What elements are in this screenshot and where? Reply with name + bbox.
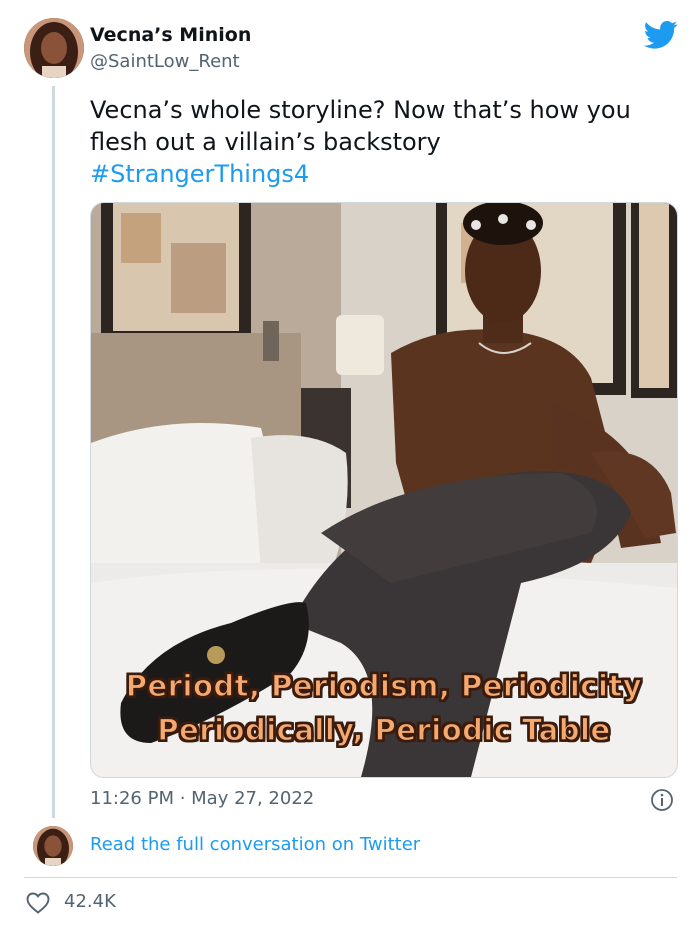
media-caption-line: Periodt, Periodism, Periodicity	[125, 668, 643, 703]
hashtag-link[interactable]: #StrangerThings4	[90, 158, 680, 190]
twitter-bird-icon[interactable]	[643, 20, 678, 50]
thread-line	[52, 86, 55, 818]
info-icon[interactable]	[650, 788, 674, 812]
like-count[interactable]: 42.4K	[64, 891, 116, 912]
avatar[interactable]	[24, 18, 84, 78]
author-name[interactable]: Vecna’s Minion	[90, 24, 251, 46]
read-conversation-link[interactable]: Read the full conversation on Twitter	[90, 834, 420, 855]
tweet-text-line: flesh out a villain’s backstory	[90, 128, 441, 156]
author-handle[interactable]: @SaintLow_Rent	[90, 51, 240, 72]
avatar[interactable]	[33, 826, 73, 866]
tweet-text: Vecna’s whole storyline? Now that’s how …	[90, 94, 680, 190]
tweet-card: Vecna’s Minion @SaintLow_Rent Vecna’s wh…	[0, 0, 700, 929]
heart-icon[interactable]	[26, 892, 50, 914]
tweet-media-image[interactable]: Periodt, Periodism, Periodicity Periodic…	[90, 202, 678, 778]
media-caption-line: Periodically, Periodic Table	[157, 712, 611, 747]
divider	[24, 877, 677, 878]
tweet-text-line: Vecna’s whole storyline? Now that’s how …	[90, 96, 631, 124]
tweet-timestamp[interactable]: 11:26 PM · May 27, 2022	[90, 788, 314, 809]
